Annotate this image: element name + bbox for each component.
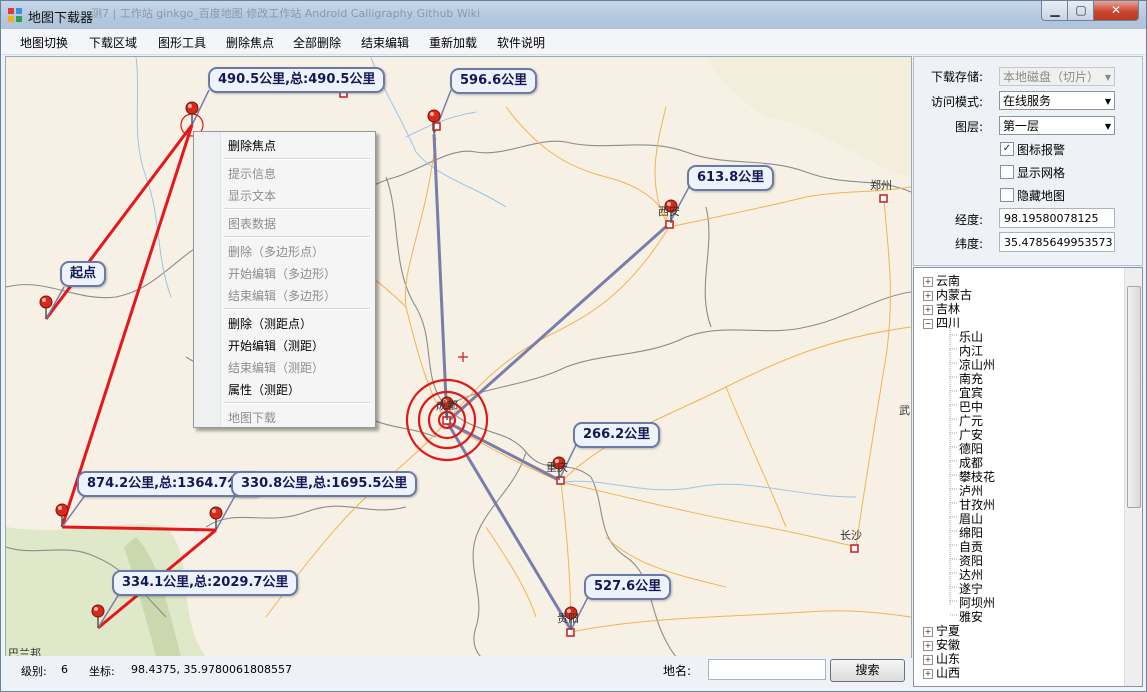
minimize-icon: ▁ xyxy=(1050,3,1060,17)
tree-scrollbar-thumb[interactable] xyxy=(1127,286,1141,508)
city-label-xian: 西安 xyxy=(658,205,680,218)
tree-node-label: 山西 xyxy=(936,666,961,680)
access-mode-label: 访问模式: xyxy=(931,95,984,109)
city-label-wu: 武 xyxy=(899,404,910,417)
tree-leaf[interactable]: 雅安 xyxy=(959,608,983,625)
title-bar[interactable]: 地图下载器 测7 | 工作站 ginkgo_百度地图 修改工作站 Android… xyxy=(1,1,1146,29)
status-bar: 级别: 6 坐标: 98.4375, 35.9780061808557 地名: … xyxy=(1,656,911,691)
close-button[interactable]: ✕ xyxy=(1093,1,1139,21)
access-mode-select[interactable]: 在线服务 ▼ xyxy=(999,91,1115,110)
menu-shape-tools[interactable]: 图形工具 xyxy=(158,34,206,51)
layer-label: 图层: xyxy=(955,120,984,134)
access-mode-select-value: 在线服务 xyxy=(1003,94,1052,108)
close-icon: ✕ xyxy=(1110,3,1122,17)
context-menu-icon-strip xyxy=(194,132,221,427)
ctx-separator xyxy=(224,158,370,160)
menu-reload[interactable]: 重新加载 xyxy=(429,34,477,51)
longitude-label: 经度: xyxy=(955,213,984,227)
chevron-down-icon: ▼ xyxy=(1104,122,1111,131)
layer-select[interactable]: 第一层 ▼ xyxy=(999,116,1115,135)
route-blue xyxy=(432,133,670,631)
city-label-zhengzhou: 郑州 xyxy=(870,179,892,192)
menu-bar: 地图切换 下载区域 图形工具 删除焦点 全部删除 结束编辑 重新加载 软件说明 xyxy=(1,29,1146,55)
level-value: 6 xyxy=(61,663,68,676)
menu-delete-focus[interactable]: 删除焦点 xyxy=(226,34,274,51)
ctx-separator xyxy=(224,236,370,238)
tree-scrollbar[interactable] xyxy=(1124,268,1142,686)
distance-callout[interactable]: 490.5公里,总:490.5公里 xyxy=(208,67,386,93)
coordinate-value: 98.4375, 35.9780061808557 xyxy=(131,663,292,676)
maximize-icon: ▢ xyxy=(1075,3,1087,17)
ctx-end-edit-measure[interactable]: 结束编辑（测距） xyxy=(228,359,324,376)
distance-callout[interactable]: 334.1公里,总:2029.7公里 xyxy=(112,570,299,596)
maximize-button[interactable]: ▢ xyxy=(1067,1,1095,21)
distance-callout[interactable]: 330.8公里,总:1695.5公里 xyxy=(231,471,418,497)
hide-map-checkbox[interactable] xyxy=(1000,188,1014,202)
settings-panel: 下载存储: 本地磁盘（切片） ▼ 访问模式: 在线服务 ▼ 图层: 第一层 ▼ ✓ 图… xyxy=(913,56,1143,266)
city-label-chengdu: 成都 xyxy=(436,399,458,412)
ctx-separator xyxy=(224,208,370,210)
chevron-down-icon: ▼ xyxy=(1104,97,1111,106)
city-label-chongqing: 重庆 xyxy=(546,461,568,474)
ctx-delete-polygon-point[interactable]: 删除（多边形点） xyxy=(228,243,324,260)
start-point-callout[interactable]: 起点 xyxy=(60,261,107,287)
icon-alarm-checkbox[interactable]: ✓ xyxy=(1000,142,1014,156)
menu-delete-all[interactable]: 全部删除 xyxy=(293,34,341,51)
tree-node-label: 四川 xyxy=(936,316,961,330)
ctx-delete-focus[interactable]: 删除焦点 xyxy=(228,137,276,154)
city-label-guiyang: 贵阳 xyxy=(557,612,579,625)
latitude-field[interactable]: 35.4785649953573 xyxy=(999,232,1115,252)
expand-icon[interactable]: + xyxy=(923,669,933,679)
hide-map-label: 隐藏地图 xyxy=(1017,189,1066,203)
show-grid-label: 显示网格 xyxy=(1017,166,1066,180)
collapse-icon[interactable]: − xyxy=(923,319,933,329)
storage-label: 下载存储: xyxy=(931,70,984,84)
ctx-start-edit-polygon[interactable]: 开始编辑（多边形） xyxy=(228,265,336,282)
map-graphics xyxy=(6,57,911,657)
distance-callout[interactable]: 266.2公里 xyxy=(573,422,661,448)
coordinate-label: 坐标: xyxy=(89,665,115,678)
ctx-map-download[interactable]: 地图下载 xyxy=(228,409,276,426)
storage-select[interactable]: 本地磁盘（切片） ▼ xyxy=(999,67,1115,86)
ctx-start-edit-measure[interactable]: 开始编辑（测距） xyxy=(228,337,324,354)
ctx-show-text[interactable]: 显示文本 xyxy=(228,187,276,204)
ctx-chart-data[interactable]: 图表数据 xyxy=(228,215,276,232)
window-title: 地图下载器 xyxy=(28,11,94,26)
tree-node-shanxi[interactable]: + 山西 xyxy=(923,664,960,681)
ctx-delete-measure-point[interactable]: 删除（测距点） xyxy=(228,315,312,332)
tree-node-sichuan[interactable]: − 四川 xyxy=(923,314,960,331)
background-window-titles: 测7 | 工作站 ginkgo_百度地图 修改工作站 Android Calli… xyxy=(91,7,481,20)
ctx-end-edit-polygon[interactable]: 结束编辑（多边形） xyxy=(228,287,336,304)
ctx-separator xyxy=(224,308,370,310)
menu-map-switch[interactable]: 地图切换 xyxy=(20,34,68,51)
minimize-button[interactable]: ▁ xyxy=(1041,1,1069,21)
city-label-changsha: 长沙 xyxy=(840,529,862,542)
place-name-input[interactable] xyxy=(708,659,826,680)
storage-select-value: 本地磁盘（切片） xyxy=(1003,70,1100,84)
menu-end-edit[interactable]: 结束编辑 xyxy=(361,34,409,51)
latitude-label: 纬度: xyxy=(955,237,984,251)
distance-callout[interactable]: 613.8公里 xyxy=(687,165,775,191)
region-tree[interactable]: + 云南 + 内蒙古 + 吉林 − 四川 乐山 内江 凉山州 南充 宜宾 巴中 广元 广… xyxy=(913,267,1143,687)
app-window: 地图下载器 测7 | 工作站 ginkgo_百度地图 修改工作站 Android… xyxy=(0,0,1147,692)
menu-help[interactable]: 软件说明 xyxy=(497,34,545,51)
menu-download-area[interactable]: 下载区域 xyxy=(89,34,137,51)
icon-alarm-label: 图标报警 xyxy=(1017,143,1066,157)
place-name-label: 地名: xyxy=(663,664,692,678)
ctx-measure-properties[interactable]: 属性（测距） xyxy=(228,381,300,398)
level-label: 级别: xyxy=(21,665,47,678)
map-canvas[interactable]: 郑州 西安 重庆 成都 贵阳 长沙 武 巴兰邦 490.5公里,总:490.5公… xyxy=(5,56,912,658)
checkmark-icon: ✓ xyxy=(1002,143,1012,154)
ctx-tooltip-info[interactable]: 提示信息 xyxy=(228,165,276,182)
chevron-down-icon: ▼ xyxy=(1104,73,1111,82)
distance-callout[interactable]: 527.6公里 xyxy=(584,574,672,600)
ctx-separator xyxy=(224,402,370,404)
search-button[interactable]: 搜索 xyxy=(830,659,905,682)
distance-callout[interactable]: 596.6公里 xyxy=(450,68,538,94)
longitude-field[interactable]: 98.19580078125 xyxy=(999,208,1115,228)
layer-select-value: 第一层 xyxy=(1003,119,1040,133)
app-icon xyxy=(8,8,22,22)
context-menu: 删除焦点 提示信息 显示文本 图表数据 删除（多边形点） 开始编辑（多边形） 结… xyxy=(193,131,376,428)
show-grid-checkbox[interactable] xyxy=(1000,165,1014,179)
